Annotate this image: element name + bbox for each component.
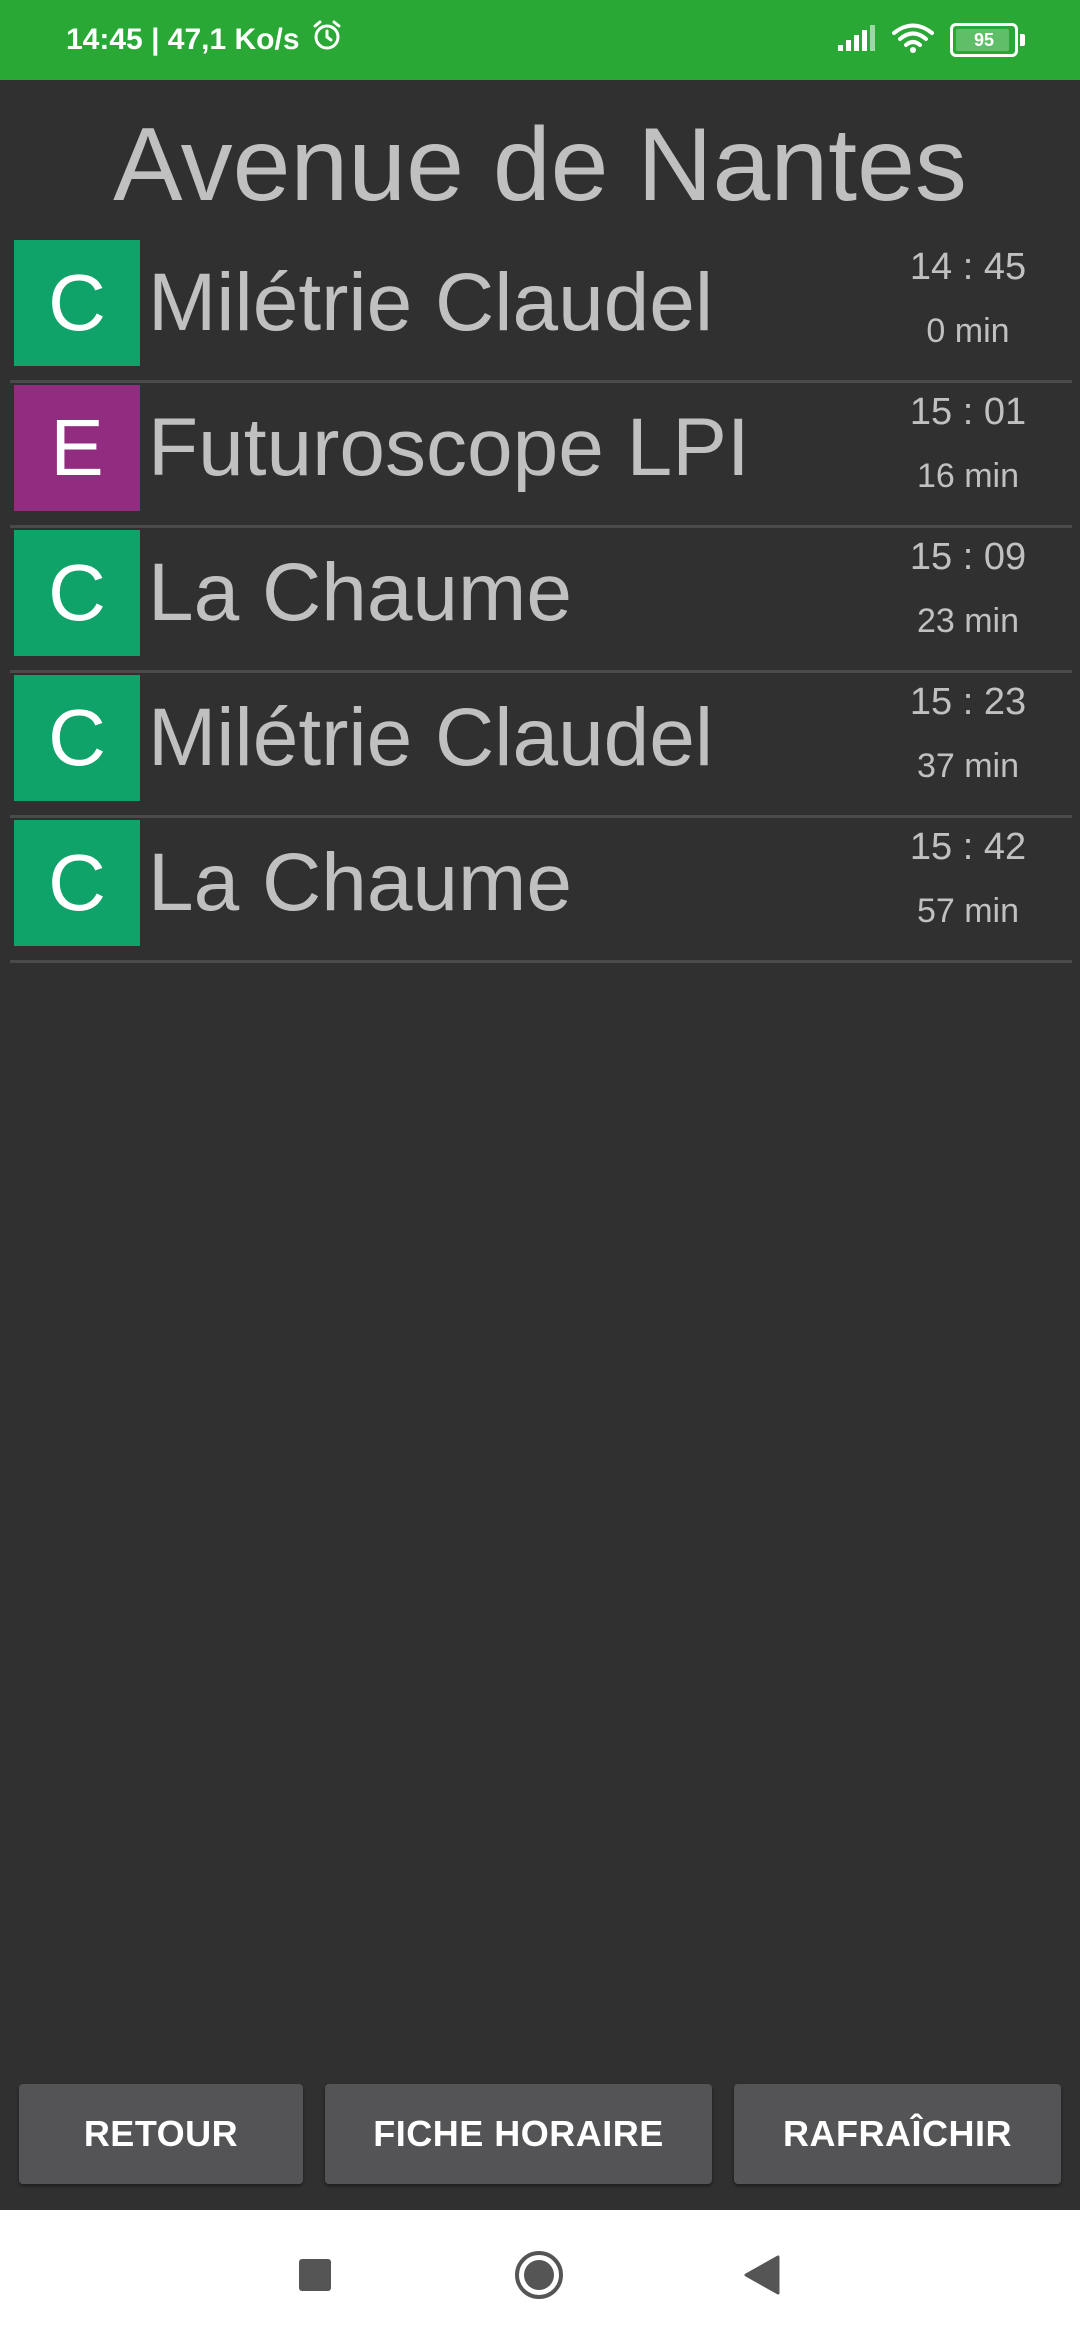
departure-time: 14 : 45 <box>909 246 1027 288</box>
departure-row[interactable]: E Futuroscope LPI 15 : 01 16 min <box>10 385 1072 528</box>
battery-icon: 95 <box>950 23 1025 57</box>
wifi-icon <box>892 22 934 59</box>
status-right: 95 <box>836 0 1025 80</box>
action-buttons: RETOUR FICHE HORAIRE RAFRAÎCHIR <box>0 2084 1080 2184</box>
signal-icon <box>836 23 876 58</box>
square-icon[interactable] <box>255 2210 375 2340</box>
stop-title: Avenue de Nantes <box>113 106 967 223</box>
line-badge: C <box>14 675 140 801</box>
departure-time: 15 : 01 <box>909 391 1027 433</box>
back-button[interactable]: RETOUR <box>19 2084 303 2184</box>
triangle-back-icon[interactable] <box>701 2210 821 2340</box>
status-left: 14:45 | 47,1 Ko/s <box>66 0 344 80</box>
departures-list: C Milétrie Claudel 14 : 45 0 min E Futur… <box>10 240 1072 965</box>
departure-row[interactable]: C Milétrie Claudel 14 : 45 0 min <box>10 240 1072 383</box>
line-badge: E <box>14 385 140 511</box>
departure-row[interactable]: C La Chaume 15 : 42 57 min <box>10 820 1072 963</box>
departure-time: 15 : 42 <box>909 826 1027 868</box>
alarm-icon <box>310 19 344 61</box>
line-badge: C <box>14 530 140 656</box>
wait-time: 57 min <box>916 892 1020 930</box>
departure-row[interactable]: C La Chaume 15 : 09 23 min <box>10 530 1072 673</box>
line-badge: C <box>14 820 140 946</box>
wait-time: 0 min <box>926 312 1010 350</box>
wait-time: 16 min <box>916 457 1020 495</box>
destination: Futuroscope LPI <box>148 402 750 493</box>
wait-time: 23 min <box>916 602 1020 640</box>
departure-row[interactable]: C Milétrie Claudel 15 : 23 37 min <box>10 675 1072 818</box>
departure-time: 15 : 23 <box>909 681 1027 723</box>
status-time-speed: 14:45 | 47,1 Ko/s <box>66 23 300 56</box>
destination: Milétrie Claudel <box>148 692 714 783</box>
status-bar: 14:45 | 47,1 Ko/s 95 <box>0 0 1080 80</box>
navigation-bar <box>0 2210 1080 2340</box>
schedule-button[interactable]: FICHE HORAIRE <box>325 2084 712 2184</box>
destination: La Chaume <box>148 547 572 638</box>
refresh-button[interactable]: RAFRAÎCHIR <box>734 2084 1061 2184</box>
wait-time: 37 min <box>916 747 1020 785</box>
line-badge: C <box>14 240 140 366</box>
destination: Milétrie Claudel <box>148 257 714 348</box>
battery-level: 95 <box>973 29 995 50</box>
departure-time: 15 : 09 <box>909 536 1027 578</box>
destination: La Chaume <box>148 837 572 928</box>
circle-icon[interactable] <box>479 2210 599 2340</box>
